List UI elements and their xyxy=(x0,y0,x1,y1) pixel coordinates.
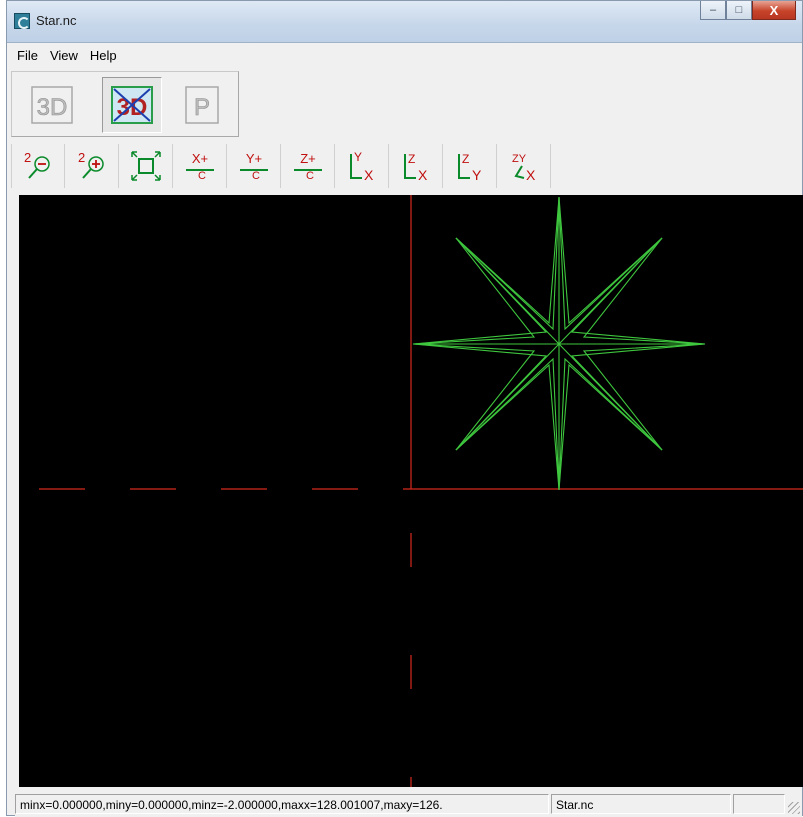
minimize-button[interactable]: – xyxy=(700,1,726,20)
window-title: Star.nc xyxy=(36,13,77,28)
zoom-in-button[interactable]: 2 xyxy=(65,144,119,188)
view-xyz-button[interactable]: ZY X xyxy=(497,144,551,188)
3d-view-button[interactable]: 3D xyxy=(22,77,82,133)
3d-view-icon: 3D xyxy=(31,86,73,124)
view-xz-icon: Z X xyxy=(403,152,428,183)
menu-view[interactable]: View xyxy=(44,48,84,63)
svg-text:X: X xyxy=(418,167,428,183)
svg-text:Z: Z xyxy=(462,152,469,166)
zoom-in-icon: 2 xyxy=(78,150,104,179)
svg-text:C: C xyxy=(306,170,314,182)
parallel-view-icon: P xyxy=(185,86,219,124)
status-empty-pane xyxy=(733,793,785,814)
x-plus-rotate-button[interactable]: X+ C xyxy=(173,144,227,188)
status-bar: minx=0.000000,miny=0.000000,minz=-2.0000… xyxy=(15,790,802,817)
svg-text:2: 2 xyxy=(78,150,85,165)
y-plus-rotate-button[interactable]: Y+ C xyxy=(227,144,281,188)
x-plus-rotate-icon: X+ C xyxy=(185,151,214,182)
3d-disable-button[interactable]: 3D xyxy=(102,77,162,133)
svg-text:C: C xyxy=(198,170,206,182)
svg-text:Z+: Z+ xyxy=(300,151,316,166)
resize-grip-icon[interactable] xyxy=(788,802,800,814)
menu-file[interactable]: File xyxy=(11,48,44,63)
view-toolbar: 2 2 X+ C Y+ C Z+ C Y X Z X Z Y ZY X xyxy=(11,140,611,192)
svg-text:Z: Z xyxy=(408,152,415,166)
svg-text:Y: Y xyxy=(354,150,362,164)
svg-text:Y: Y xyxy=(472,167,482,183)
view-yz-icon: Z Y xyxy=(457,152,482,183)
svg-text:C: C xyxy=(252,170,260,182)
caption-buttons: – □ X xyxy=(700,1,796,21)
svg-text:ZY: ZY xyxy=(512,153,527,165)
svg-text:Y+: Y+ xyxy=(245,151,261,166)
app-icon[interactable] xyxy=(14,13,30,29)
toolpath-canvas[interactable] xyxy=(19,195,803,787)
view-xy-button[interactable]: Y X xyxy=(335,144,389,188)
z-plus-rotate-button[interactable]: Z+ C xyxy=(281,144,335,188)
view-mode-toolbar: 3D 3D P xyxy=(11,71,239,137)
fit-view-button[interactable] xyxy=(119,144,173,188)
view-xz-button[interactable]: Z X xyxy=(389,144,443,188)
3d-disable-icon: 3D xyxy=(111,86,153,124)
fit-view-icon xyxy=(130,151,161,181)
svg-text:X+: X+ xyxy=(191,151,207,166)
svg-text:2: 2 xyxy=(24,150,31,165)
view-yz-button[interactable]: Z Y xyxy=(443,144,497,188)
star-toolpath xyxy=(412,196,706,491)
close-button[interactable]: X xyxy=(752,1,796,20)
zoom-out-button[interactable]: 2 xyxy=(11,144,65,188)
title-bar[interactable]: Star.nc – □ X xyxy=(7,1,802,43)
maximize-button[interactable]: □ xyxy=(726,1,752,20)
svg-text:X: X xyxy=(364,167,374,183)
view-xyz-icon: ZY X xyxy=(512,153,536,183)
svg-text:3D: 3D xyxy=(37,94,68,121)
view-xy-icon: Y X xyxy=(349,150,374,183)
y-plus-rotate-icon: Y+ C xyxy=(239,151,268,182)
toolpath-viewport[interactable] xyxy=(19,195,803,787)
status-file: Star.nc xyxy=(551,793,731,814)
app-window: Star.nc – □ X File View Help 3D 3D P 2 2… xyxy=(6,0,803,817)
svg-text:X: X xyxy=(526,167,536,183)
z-plus-rotate-icon: Z+ C xyxy=(293,151,322,182)
menu-bar: File View Help xyxy=(7,44,802,66)
menu-help[interactable]: Help xyxy=(84,48,123,63)
svg-text:P: P xyxy=(194,94,210,121)
zoom-out-icon: 2 xyxy=(24,150,50,179)
svg-text:3D: 3D xyxy=(117,94,148,121)
parallel-view-button[interactable]: P xyxy=(172,77,232,133)
status-coords: minx=0.000000,miny=0.000000,minz=-2.0000… xyxy=(15,793,549,814)
